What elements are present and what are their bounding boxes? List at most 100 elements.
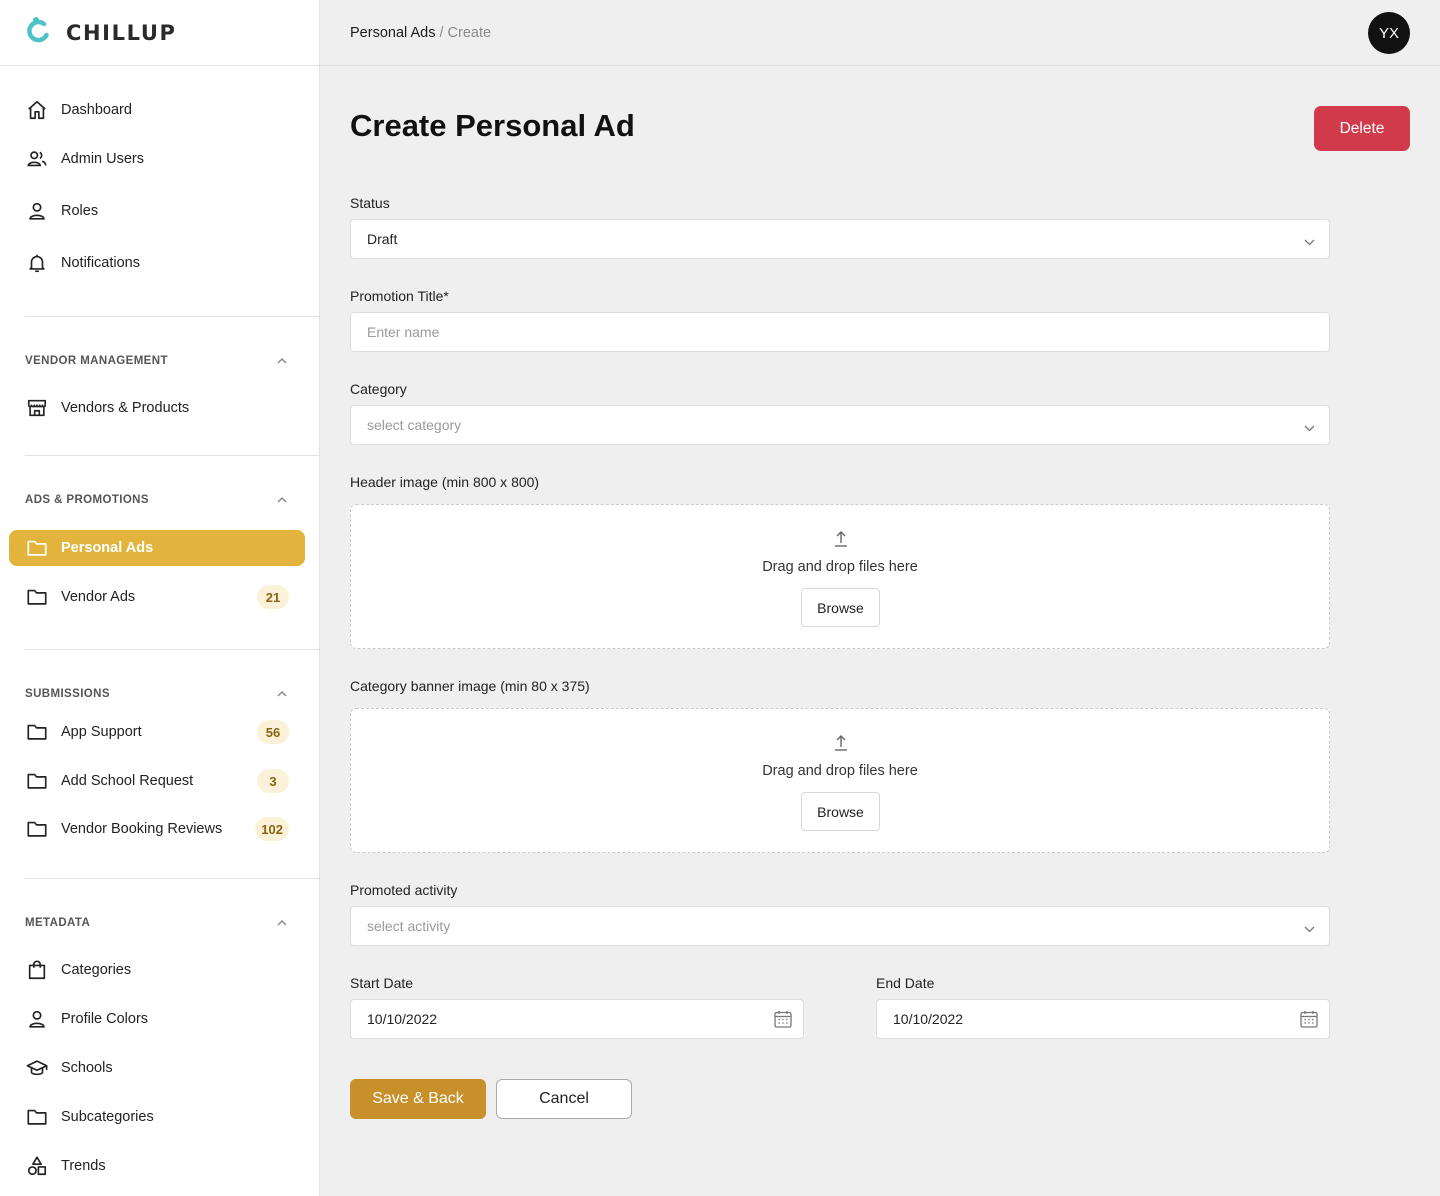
cancel-button[interactable]: Cancel xyxy=(496,1079,632,1119)
category-label: Category xyxy=(350,381,407,397)
shapes-icon xyxy=(25,1154,49,1178)
promoted-activity-placeholder: select activity xyxy=(367,918,451,934)
dropzone-text: Drag and drop files here xyxy=(762,559,918,575)
chevron-up-icon xyxy=(277,355,287,367)
banner-image-browse-button[interactable]: Browse xyxy=(801,792,880,831)
upload-icon xyxy=(831,733,851,758)
section-title: SUBMISSIONS xyxy=(25,688,110,700)
topbar: Personal Ads / Create YX xyxy=(320,0,1440,66)
store-icon xyxy=(25,396,49,420)
promotion-title-label: Promotion Title* xyxy=(350,288,449,304)
breadcrumb-current: Create xyxy=(447,24,492,41)
save-back-button[interactable]: Save & Back xyxy=(350,1079,486,1119)
sidebar-item-admin-users[interactable]: Admin Users xyxy=(9,141,305,177)
sidebar-item-label: Add School Request xyxy=(61,773,194,789)
bell-icon xyxy=(25,251,49,275)
breadcrumb-parent-link[interactable]: Personal Ads xyxy=(350,25,435,41)
sidebar-item-label: Subcategories xyxy=(61,1109,154,1125)
section-header-ads-promotions[interactable]: ADS & PROMOTIONS xyxy=(25,494,287,506)
section-title: METADATA xyxy=(25,917,91,929)
sidebar-divider xyxy=(25,455,320,456)
delete-button[interactable]: Delete xyxy=(1314,106,1410,151)
sidebar-item-app-support[interactable]: App Support 56 xyxy=(9,714,305,750)
end-date-input[interactable]: 10/10/2022 xyxy=(876,999,1330,1039)
home-icon xyxy=(25,98,49,122)
header-image-dropzone[interactable]: Drag and drop files here Browse xyxy=(350,504,1330,649)
sidebar-item-vendors-products[interactable]: Vendors & Products xyxy=(9,390,305,426)
sidebar-item-schools[interactable]: Schools xyxy=(9,1050,305,1086)
chevron-up-icon xyxy=(277,494,287,506)
sidebar-item-label: Schools xyxy=(61,1060,113,1076)
count-badge: 56 xyxy=(257,720,289,744)
brand-name: CHILLUP xyxy=(66,20,177,45)
folder-icon xyxy=(25,769,49,793)
end-date-value: 10/10/2022 xyxy=(893,1011,964,1027)
calendar-icon[interactable] xyxy=(1299,1009,1319,1032)
folder-icon xyxy=(25,585,49,609)
bag-icon xyxy=(25,958,49,982)
promoted-activity-select[interactable]: select activity xyxy=(350,906,1330,946)
dropzone-text: Drag and drop files here xyxy=(762,763,918,779)
sidebar-item-add-school-request[interactable]: Add School Request 3 xyxy=(9,763,305,799)
sidebar-item-label: Dashboard xyxy=(61,102,132,118)
sidebar-item-label: Roles xyxy=(61,203,99,219)
section-header-metadata[interactable]: METADATA xyxy=(25,917,287,929)
chevron-down-icon xyxy=(1304,233,1315,249)
folder-icon xyxy=(25,536,49,560)
upload-icon xyxy=(831,529,851,554)
sidebar-divider xyxy=(25,316,320,317)
start-date-value: 10/10/2022 xyxy=(367,1011,438,1027)
sidebar-item-trends[interactable]: Trends xyxy=(9,1148,305,1184)
status-label: Status xyxy=(350,195,390,211)
end-date-label: End Date xyxy=(876,975,935,991)
chevron-up-icon xyxy=(277,688,287,700)
banner-image-label: Category banner image (min 80 x 375) xyxy=(350,678,590,694)
calendar-icon[interactable] xyxy=(773,1009,793,1032)
status-value: Draft xyxy=(367,231,398,247)
start-date-input[interactable]: 10/10/2022 xyxy=(350,999,804,1039)
count-badge: 102 xyxy=(255,817,289,841)
sidebar: CHILLUP Dashboard Admin Users Roles Noti… xyxy=(0,0,320,1196)
count-badge: 21 xyxy=(257,585,289,609)
sidebar-item-notifications[interactable]: Notifications xyxy=(9,245,305,281)
banner-image-dropzone[interactable]: Drag and drop files here Browse xyxy=(350,708,1330,853)
header-image-label: Header image (min 800 x 800) xyxy=(350,474,540,490)
category-select[interactable]: select category xyxy=(350,405,1330,445)
sidebar-divider xyxy=(25,878,320,879)
sidebar-item-profile-colors[interactable]: Profile Colors xyxy=(9,1001,305,1037)
sidebar-item-categories[interactable]: Categories xyxy=(9,952,305,988)
sidebar-item-vendor-booking-reviews[interactable]: Vendor Booking Reviews 102 xyxy=(9,811,305,847)
folder-icon xyxy=(25,817,49,841)
promoted-activity-label: Promoted activity xyxy=(350,882,458,898)
sidebar-item-subcategories[interactable]: Subcategories xyxy=(9,1099,305,1135)
folder-icon xyxy=(25,720,49,744)
sidebar-item-label: Notifications xyxy=(61,255,140,271)
sidebar-item-label: Categories xyxy=(61,962,132,978)
chevron-down-icon xyxy=(1304,920,1315,936)
sidebar-item-roles[interactable]: Roles xyxy=(9,193,305,229)
sidebar-item-dashboard[interactable]: Dashboard xyxy=(9,92,305,128)
breadcrumb-separator: / xyxy=(439,24,444,41)
chevron-down-icon xyxy=(1304,419,1315,435)
header-image-browse-button[interactable]: Browse xyxy=(801,588,880,627)
sidebar-item-personal-ads[interactable]: Personal Ads xyxy=(9,530,305,566)
chillup-logo-icon xyxy=(24,15,54,50)
users-icon xyxy=(25,147,49,171)
sidebar-item-label: App Support xyxy=(61,724,142,740)
sidebar-item-vendor-ads[interactable]: Vendor Ads 21 xyxy=(9,579,305,615)
section-title: VENDOR MANAGEMENT xyxy=(25,355,168,367)
brand[interactable]: CHILLUP xyxy=(0,0,319,66)
folder-icon xyxy=(25,1105,49,1129)
avatar[interactable]: YX xyxy=(1368,12,1410,54)
sidebar-item-label: Admin Users xyxy=(61,151,144,167)
count-badge: 3 xyxy=(257,769,289,793)
sidebar-item-label: Vendor Booking Reviews xyxy=(61,821,223,837)
section-header-submissions[interactable]: SUBMISSIONS xyxy=(25,688,287,700)
section-header-vendor-management[interactable]: VENDOR MANAGEMENT xyxy=(25,355,287,367)
promotion-title-input[interactable]: Enter name xyxy=(350,312,1330,352)
sidebar-item-label: Personal Ads xyxy=(61,540,154,556)
sidebar-item-label: Profile Colors xyxy=(61,1011,149,1027)
breadcrumb: Personal Ads / Create xyxy=(350,25,491,41)
category-placeholder: select category xyxy=(367,417,462,433)
status-select[interactable]: Draft xyxy=(350,219,1330,259)
